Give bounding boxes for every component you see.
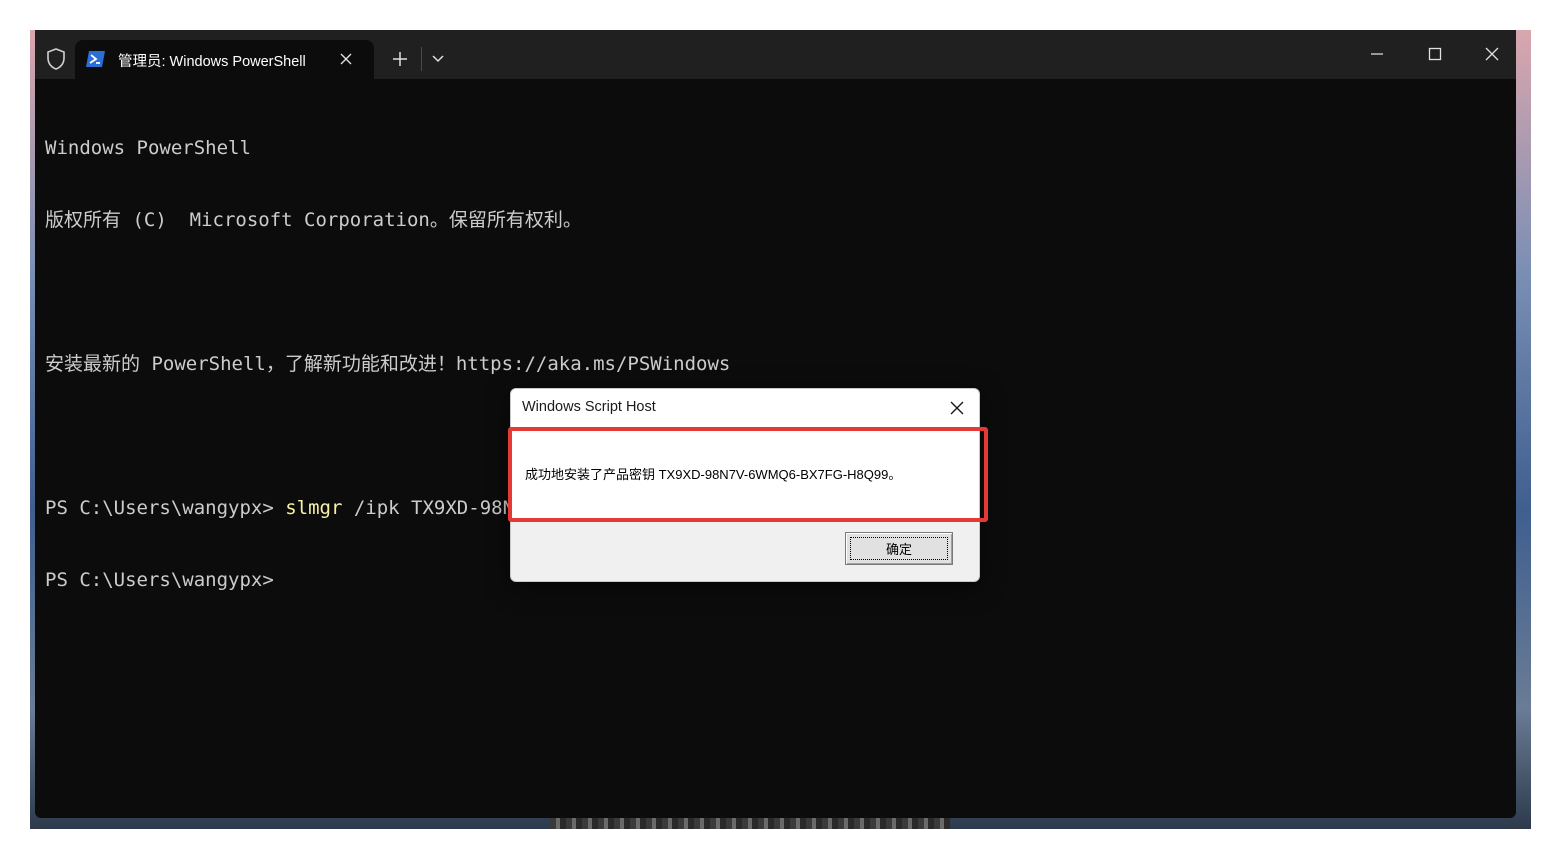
plus-icon[interactable] xyxy=(389,47,411,71)
console-line: 安装最新的 PowerShell，了解新功能和改进！https://aka.ms… xyxy=(45,353,731,375)
script-host-dialog: Windows Script Host 成功地安装了产品密钥 TX9XD-98N… xyxy=(510,388,980,582)
dialog-titlebar: Windows Script Host xyxy=(511,389,979,427)
minimize-icon[interactable] xyxy=(1365,42,1389,66)
maximize-icon[interactable] xyxy=(1423,42,1447,66)
dialog-message: 成功地安装了产品密钥 TX9XD-98N7V-6WMQ6-BX7FG-H8Q99… xyxy=(525,467,902,482)
desktop-background: 管理员: Windows PowerShell Windows PowerShe… xyxy=(30,30,1531,829)
tab-separator xyxy=(421,47,422,71)
console-line: Windows PowerShell xyxy=(45,137,251,159)
tab-powershell[interactable]: 管理员: Windows PowerShell xyxy=(75,40,374,79)
chevron-down-icon[interactable] xyxy=(430,50,446,66)
tab-title: 管理员: Windows PowerShell xyxy=(118,54,306,70)
powershell-icon xyxy=(86,51,105,67)
tab-bar: 管理员: Windows PowerShell xyxy=(35,30,1516,79)
dialog-body: 成功地安装了产品密钥 TX9XD-98N7V-6WMQ6-BX7FG-H8Q99… xyxy=(511,427,979,521)
ok-button-label: 确定 xyxy=(850,537,948,560)
close-icon[interactable] xyxy=(1480,42,1504,66)
close-icon[interactable] xyxy=(947,398,967,418)
ok-button[interactable]: 确定 xyxy=(845,532,953,565)
shield-icon[interactable] xyxy=(45,47,67,71)
console-line: 版权所有 (C) Microsoft Corporation。保留所有权利。 xyxy=(45,209,582,231)
dialog-title: Windows Script Host xyxy=(522,399,656,415)
close-icon[interactable] xyxy=(337,50,355,68)
desktop-wallpaper-strip xyxy=(550,818,950,829)
command-name: slmgr xyxy=(285,497,343,519)
prompt: PS C:\Users\wangypx> xyxy=(45,497,286,519)
